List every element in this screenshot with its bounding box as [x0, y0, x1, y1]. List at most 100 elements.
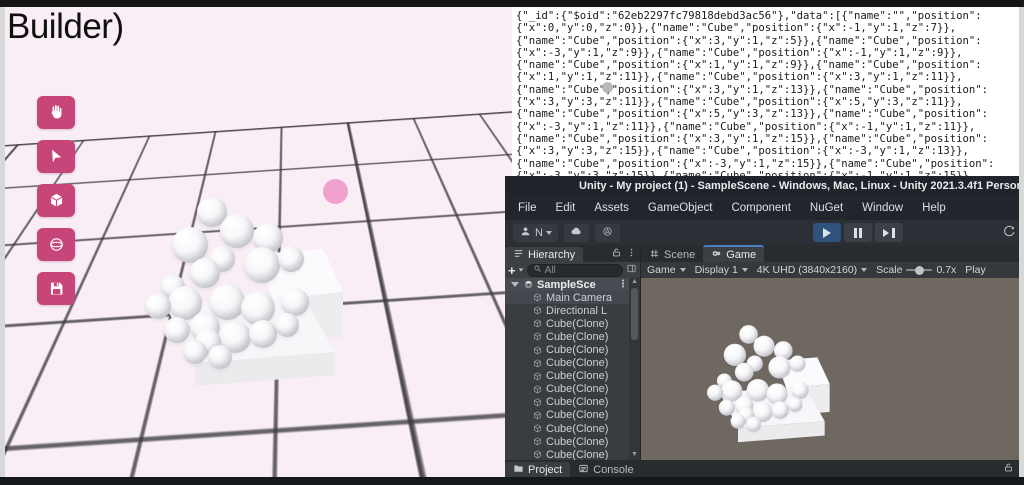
tab-console[interactable]: Console	[570, 462, 641, 477]
select-tool-button[interactable]	[37, 140, 75, 173]
scene-sphere[interactable]	[244, 247, 280, 283]
frame-top-bar	[0, 0, 1024, 7]
panel-options-icon[interactable]	[626, 263, 637, 277]
menu-gameobject[interactable]: GameObject	[648, 202, 713, 214]
menu-assets[interactable]: Assets	[594, 202, 629, 214]
hierarchy-scrollbar[interactable]: ▲ ▼	[629, 278, 640, 460]
game-mode-dropdown[interactable]: Game	[647, 264, 686, 276]
hierarchy-search-input[interactable]: All	[527, 264, 623, 277]
resolution-dropdown[interactable]: 4K UHD (3840x2160)	[757, 264, 867, 276]
kebab-menu-icon[interactable]	[626, 247, 637, 261]
menu-file[interactable]: File	[518, 202, 537, 214]
chevron-down-icon	[680, 268, 686, 272]
scene-sphere	[768, 356, 790, 378]
cube-tool-button[interactable]	[37, 184, 75, 217]
hierarchy-tree: SampleSce ⋮ Main Camera Directional L Cube(C…	[505, 278, 640, 460]
list-icon	[513, 248, 524, 262]
sphere-tool-button[interactable]	[37, 228, 75, 261]
hierarchy-row[interactable]: Directional L	[505, 304, 640, 317]
scene-sphere	[746, 417, 761, 432]
display-dropdown[interactable]: Display 1	[695, 264, 748, 276]
pause-icon	[859, 228, 862, 238]
hierarchy-row[interactable]: Cube(Clone)	[505, 317, 640, 330]
object-name: Cube(Clone)	[546, 423, 608, 435]
game-viewport[interactable]	[641, 278, 1019, 460]
add-object-button[interactable]: +	[508, 264, 524, 277]
hierarchy-row[interactable]: Cube(Clone)	[505, 422, 640, 435]
game-camera-icon	[711, 248, 722, 262]
lock-icon[interactable]	[1003, 462, 1014, 476]
version-control-button[interactable]	[595, 224, 620, 242]
scene-sphere[interactable]	[249, 320, 277, 348]
step-button[interactable]	[875, 223, 903, 242]
scale-slider-knob[interactable]	[915, 266, 924, 275]
scene-sphere[interactable]	[208, 345, 232, 369]
scroll-down-icon[interactable]: ▼	[631, 451, 638, 460]
scene-sphere[interactable]	[145, 293, 171, 319]
builder-3d-scene[interactable]	[5, 7, 512, 477]
json-line: {"x":1,"y":1,"z":11}},{"name":"Cube","po…	[516, 71, 1019, 83]
hierarchy-row[interactable]: Cube(Clone)	[505, 343, 640, 356]
save-button[interactable]	[37, 272, 75, 305]
menu-nuget[interactable]: NuGet	[810, 202, 843, 214]
account-dropdown[interactable]: N	[513, 224, 558, 242]
scene-sphere[interactable]	[281, 288, 309, 316]
hierarchy-row[interactable]: Cube(Clone)	[505, 448, 640, 460]
scene-sphere[interactable]	[278, 246, 304, 272]
unity-titlebar[interactable]: Unity - My project (1) - SampleScene - W…	[505, 176, 1019, 196]
hierarchy-row[interactable]: Cube(Clone)	[505, 409, 640, 422]
lock-icon[interactable]	[611, 247, 622, 261]
undo-history-button[interactable]	[1002, 224, 1017, 242]
scene-sphere[interactable]	[183, 340, 207, 364]
json-line: {"x":3,"y":3,"z":11}},{"name":"Cube","po…	[516, 96, 1019, 108]
pan-tool-button[interactable]	[37, 96, 75, 129]
pause-button[interactable]	[844, 223, 872, 242]
scene-grid-icon	[649, 248, 660, 262]
hierarchy-row[interactable]: Main Camera	[505, 291, 640, 304]
tab-hierarchy[interactable]: Hierarchy	[505, 247, 583, 262]
menu-component[interactable]: Component	[731, 202, 790, 214]
hierarchy-panel: Hierarchy + All SampleSce ⋮ Main Camera …	[505, 245, 641, 460]
tab-scene[interactable]: Scene	[641, 247, 703, 262]
hierarchy-row[interactable]: Cube(Clone)	[505, 357, 640, 370]
builder-toolbar	[37, 96, 77, 305]
json-data-panel[interactable]: {"_id":{"$oid":"62eb2297fc79818debd3ac56…	[512, 7, 1019, 176]
json-line: {"x":-3,"y":1,"z":11}},{"name":"Cube","p…	[516, 121, 1019, 133]
refresh-icon	[1002, 230, 1017, 242]
scene-sphere	[719, 400, 735, 416]
menu-help[interactable]: Help	[922, 202, 946, 214]
hierarchy-row[interactable]: Cube(Clone)	[505, 370, 640, 383]
step-icon	[883, 229, 889, 237]
menu-window[interactable]: Window	[862, 202, 903, 214]
json-line: {"_id":{"$oid":"62eb2297fc79818debd3ac56…	[516, 10, 1019, 22]
scrollbar-thumb[interactable]	[631, 288, 638, 340]
unity-menu-bar: File Edit Assets GameObject Component NuGet Wi…	[505, 196, 1019, 220]
hierarchy-row[interactable]: Cube(Clone)	[505, 435, 640, 448]
scroll-up-icon[interactable]: ▲	[631, 278, 638, 287]
menu-edit[interactable]: Edit	[556, 202, 576, 214]
disclosure-triangle-icon[interactable]	[511, 282, 519, 287]
hierarchy-row[interactable]: Cube(Clone)	[505, 330, 640, 343]
tab-game[interactable]: Game	[703, 245, 764, 262]
hierarchy-row[interactable]: Cube(Clone)	[505, 383, 640, 396]
hierarchy-scene-row[interactable]: SampleSce ⋮	[505, 278, 640, 291]
sphere-icon	[47, 235, 66, 254]
play-button[interactable]	[813, 223, 841, 242]
mouse-cursor-dot	[602, 82, 613, 93]
scene-sphere[interactable]	[190, 258, 220, 288]
object-name: Cube(Clone)	[546, 436, 608, 448]
scene-sphere[interactable]	[164, 317, 190, 343]
play-focused-dropdown[interactable]: Play	[965, 264, 985, 276]
cube-outline-icon	[532, 371, 543, 382]
hierarchy-row[interactable]: Cube(Clone)	[505, 396, 640, 409]
scene-sphere	[707, 385, 723, 401]
account-label: N	[535, 227, 543, 239]
json-line: {"name":"Cube","position":{"x":5,"y":3,"…	[516, 108, 1019, 120]
object-name: Main Camera	[546, 292, 612, 304]
scene-sphere[interactable]	[220, 214, 254, 248]
cloud-button[interactable]	[564, 224, 589, 242]
tab-project[interactable]: Project	[505, 462, 570, 477]
chevron-down-icon	[546, 231, 552, 235]
object-name: Cube(Clone)	[546, 383, 608, 395]
scene-sphere[interactable]	[275, 313, 299, 337]
